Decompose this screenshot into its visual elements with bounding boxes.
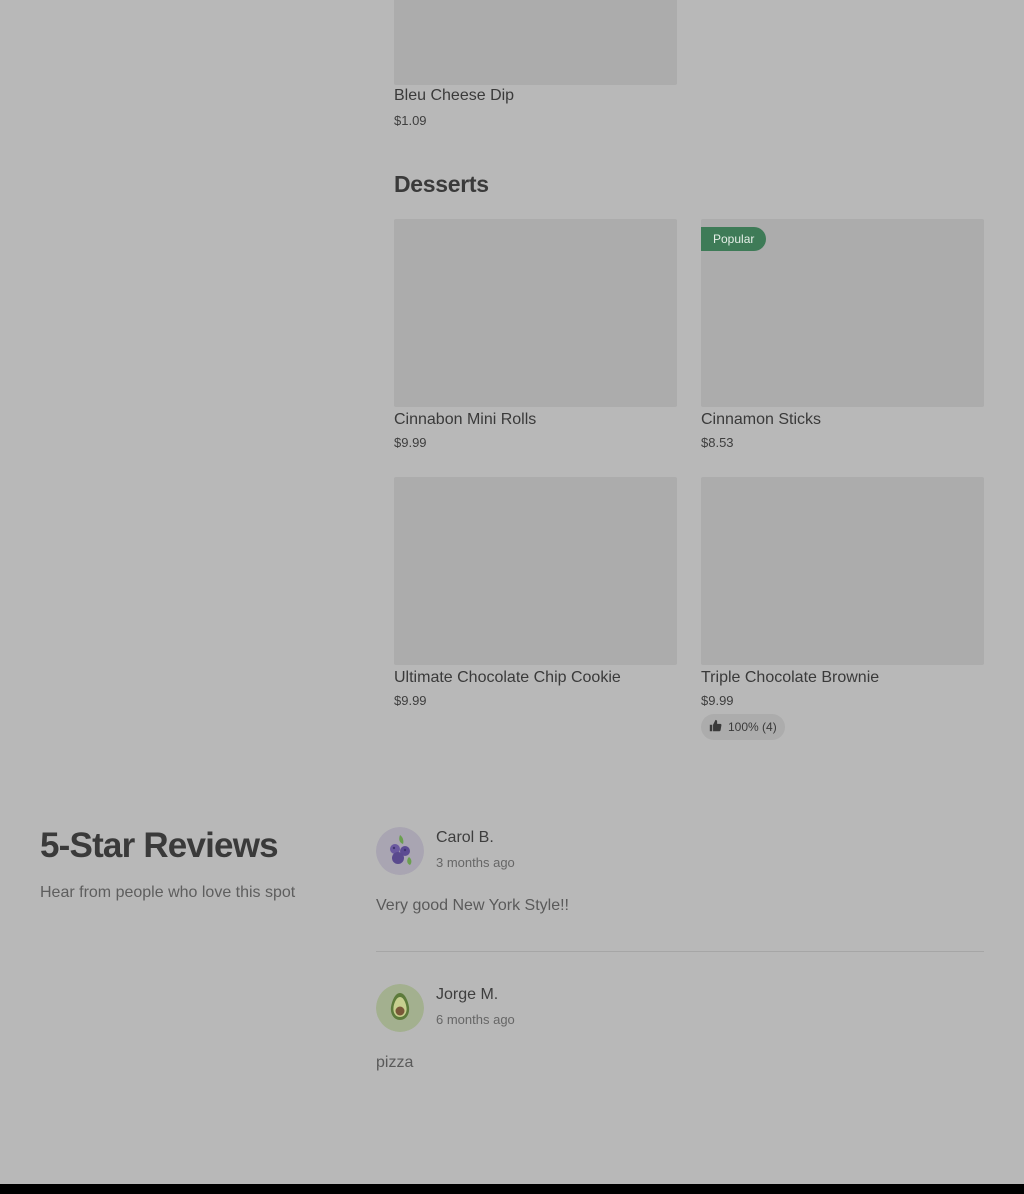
menu-item-title: Bleu Cheese Dip <box>394 87 515 104</box>
menu-item-image[interactable] <box>701 477 984 665</box>
menu-item-price: $9.99 <box>394 693 427 708</box>
reviewer-name: Jorge M. <box>436 986 499 1003</box>
popular-badge: Popular <box>701 227 767 251</box>
review-text: Very good New York Style!! <box>376 897 569 914</box>
menu-item-title: Cinnabon Mini Rolls <box>394 411 537 428</box>
review-divider <box>376 951 984 952</box>
menu-item-price: $9.99 <box>394 435 427 450</box>
rating-pill: 100% (4) <box>701 714 785 740</box>
menu-item-image[interactable] <box>394 219 677 407</box>
avatar <box>376 984 424 1032</box>
footer-bar <box>0 1184 1024 1194</box>
menu-item-bleu-cheese-dip[interactable]: Bleu Cheese Dip $1.09 <box>394 0 677 137</box>
review-card: Jorge M. 6 months ago pizza <box>376 984 984 1084</box>
menu-item-title: Cinnamon Sticks <box>701 411 822 428</box>
menu-item-cinnabon-mini-rolls[interactable]: Cinnabon Mini Rolls $9.99 <box>394 219 677 459</box>
avatar <box>376 827 424 875</box>
menu-item-triple-chocolate-brownie[interactable]: Triple Chocolate Brownie $9.99 100% (4) <box>701 477 984 742</box>
review-card: Carol B. 3 months ago Very good New York… <box>376 827 984 927</box>
rating-text: 100% (4) <box>728 720 777 734</box>
reviews-title: 5-Star Reviews <box>40 826 279 865</box>
menu-item-price: $9.99 <box>701 693 734 708</box>
menu-item-title: Ultimate Chocolate Chip Cookie <box>394 669 621 686</box>
section-title-desserts: Desserts <box>394 171 489 197</box>
review-date: 3 months ago <box>436 855 515 870</box>
review-text: pizza <box>376 1054 414 1071</box>
blueberries-icon <box>376 827 424 875</box>
menu-item-title: Triple Chocolate Brownie <box>701 669 880 686</box>
review-date: 6 months ago <box>436 1012 515 1027</box>
menu-item-price: $8.53 <box>701 435 734 450</box>
reviewer-name: Carol B. <box>436 829 494 846</box>
menu-item-ultimate-chocolate-chip-cookie[interactable]: Ultimate Chocolate Chip Cookie $9.99 <box>394 477 677 717</box>
avocado-icon <box>376 984 424 1032</box>
menu-item-cinnamon-sticks[interactable]: Popular Cinnamon Sticks $8.53 <box>701 219 984 459</box>
menu-item-image[interactable] <box>394 0 677 85</box>
menu-item-price: $1.09 <box>394 113 427 128</box>
menu-item-image[interactable] <box>394 477 677 665</box>
thumbs-up-icon <box>709 719 722 735</box>
reviews-subtitle: Hear from people who love this spot <box>40 884 296 901</box>
